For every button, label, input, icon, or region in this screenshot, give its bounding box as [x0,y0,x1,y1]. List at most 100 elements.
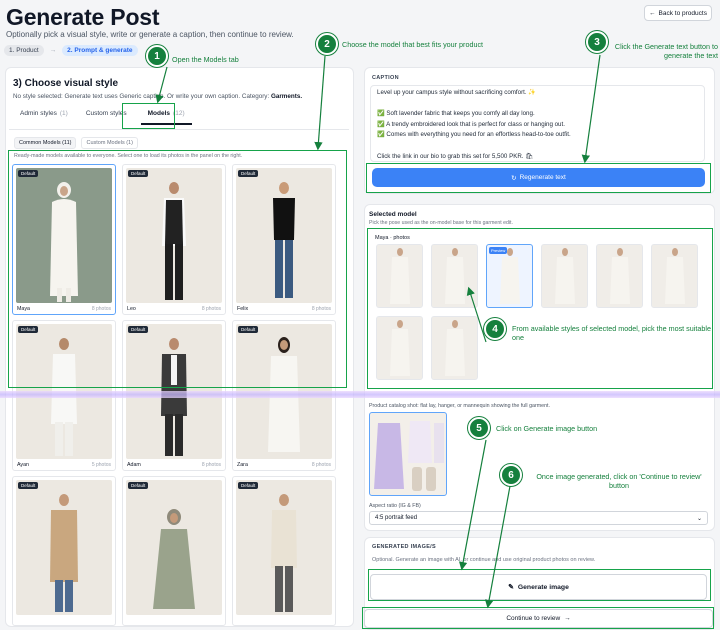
model-name: Leo [127,306,136,312]
caption-label: CAPTION [372,75,399,81]
catalog-shot-thumb[interactable] [369,412,447,496]
continue-to-review-button[interactable]: Continue to review → [364,609,713,628]
subtab-custom-models[interactable]: Custom Models (1) [81,137,138,149]
screenshot-seam [0,391,720,398]
arrow-right-icon: → [564,615,571,622]
annotation-text: Click the Generate text button to genera… [614,42,718,60]
model-photo: Default [126,168,222,303]
default-badge: Default [18,326,39,333]
tab-label: Models [147,109,171,117]
model-card[interactable]: Default [232,476,336,626]
tab-count: (1) [59,109,68,117]
model-photo: Default [126,480,222,615]
model-photo: Default [16,480,112,615]
tab-models[interactable]: Models (12) [140,103,192,125]
tab-custom-styles[interactable]: Custom styles [79,103,137,125]
page-title: Generate Post [6,4,160,30]
annotation-text: Once image generated, click on 'Continue… [536,472,702,490]
catalog-shot-text: Product catalog shot: flat lay, hanger, … [369,403,550,409]
model-subtabs: Common Models (11) Custom Models (1) [14,137,138,149]
regenerate-button-label: Regenerate text [519,174,566,181]
model-photo-thumb-selected[interactable]: Preview [486,244,533,308]
model-photo-count: 8 photos [201,462,221,468]
model-card[interactable]: Default [122,476,226,626]
tab-label: Admin styles [20,109,57,117]
visual-style-title: 3) Choose visual style [13,78,119,89]
step-prompt-generate[interactable]: 2. Prompt & generate [62,45,138,56]
default-badge: Default [238,170,259,177]
model-name: Felix [237,306,249,312]
step-breadcrumb: 1. Product → 2. Prompt & generate [4,45,138,56]
annotation-number: 5 [468,417,490,439]
annotation-text: Click on Generate image button [496,424,598,433]
pencil-icon: ✎ [508,584,514,591]
step-product[interactable]: 1. Product [4,45,44,56]
annotation-text: Open the Models tab [172,55,239,64]
model-photo-thumb[interactable] [431,244,478,308]
model-card[interactable]: Default [12,476,116,626]
model-name: Adam [127,462,141,468]
model-card-felix[interactable]: Default Felix 8 photos [232,164,336,315]
model-figure [50,182,78,302]
generate-image-button[interactable]: ✎ Generate image [370,574,707,600]
model-photo-thumb[interactable] [541,244,588,308]
default-badge: Default [128,326,149,333]
model-photo: Default [236,480,332,615]
subtab-common-models[interactable]: Common Models (11) [14,137,77,149]
default-badge: Default [18,482,39,489]
annotation-text: From available styles of selected model,… [512,324,711,342]
model-card-maya[interactable]: Default Maya 8 photos [12,164,116,315]
regenerate-text-button[interactable]: ↻ Regenerate text [372,168,705,187]
model-photo-thumb[interactable] [651,244,698,308]
model-card-leo[interactable]: Default Leo 8 photos [122,164,226,315]
model-photo-count: 5 photos [91,462,111,468]
model-photo-count: 8 photos [311,306,331,312]
model-photo-thumb[interactable] [596,244,643,308]
model-figure [273,182,295,298]
model-photos-label: Maya · photos [375,235,410,241]
tabs-divider [9,129,349,130]
back-button-label: Back to products [658,9,707,17]
default-badge: Default [238,326,259,333]
aspect-ratio-select[interactable]: 4:5 portrait feed ⌄ [369,511,708,525]
caption-textarea[interactable]: Level up your campus style without sacri… [370,85,705,162]
model-figure [271,494,297,612]
model-photo-count: 8 photos [91,306,111,312]
model-name: Maya [17,306,30,312]
generate-image-label: Generate image [517,583,569,591]
default-badge: Default [238,482,259,489]
continue-label: Continue to review [506,615,561,622]
model-figure [153,509,195,609]
tab-admin-styles[interactable]: Admin styles (1) [13,103,75,125]
visual-style-description: No style selected: Generate text uses Ge… [13,93,302,100]
model-photo-thumb[interactable] [431,316,478,380]
selected-model-title: Selected model [369,211,417,218]
model-photo: Default [236,168,332,303]
model-photo-count: 8 photos [201,306,221,312]
generated-images-description: Optional. Generate an image with AI, or … [372,557,596,563]
preview-badge: Preview [489,247,508,254]
model-photo-count: 8 photos [311,462,331,468]
default-badge: Default [128,170,149,177]
visual-style-category: Garments. [270,93,303,100]
annotation-number: 4 [484,318,506,340]
tab-label: Custom styles [85,109,127,117]
model-figure [50,494,78,612]
tab-count: (12) [173,109,185,117]
model-figure [162,182,186,300]
arrow-left-icon: ← [649,9,656,17]
aspect-ratio-value: 4:5 portrait feed [375,515,418,521]
annotation-number: 6 [500,464,522,486]
model-photo: Default [16,168,112,303]
model-photo-thumb[interactable] [376,244,423,308]
aspect-ratio-label: Aspect ratio (IG & FB) [369,503,421,509]
model-photo-thumb[interactable] [376,316,423,380]
refresh-icon: ↻ [511,174,517,182]
back-to-products-button[interactable]: ← Back to products [644,5,712,21]
page-subtitle: Optionally pick a visual style, write or… [6,30,294,39]
model-name: Ayan [17,462,29,468]
visual-style-desc-text: No style selected: Generate text uses Ge… [13,93,270,100]
annotation-number: 1 [146,45,168,67]
selected-model-description: Pick the pose used as the on-model base … [369,220,513,226]
generated-images-title: GENERATED IMAGE/S [372,544,436,550]
